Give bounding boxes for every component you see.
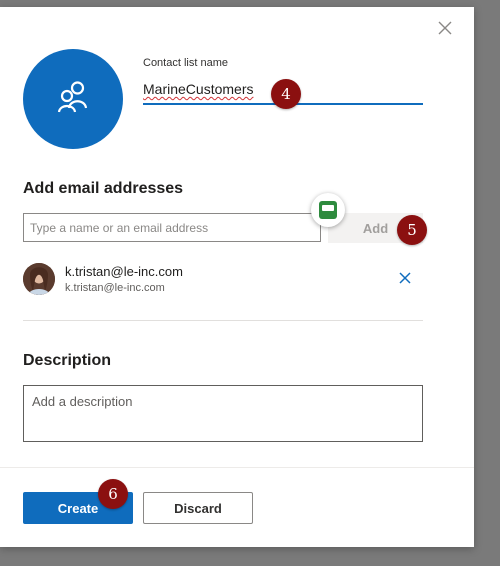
member-email: k.tristan@le-inc.com bbox=[65, 282, 165, 294]
people-icon bbox=[53, 77, 93, 122]
member-name: k.tristan@le-inc.com bbox=[65, 264, 183, 279]
remove-icon[interactable] bbox=[397, 270, 413, 286]
description-title: Description bbox=[23, 352, 112, 369]
step-badge-5: 5 bbox=[397, 215, 427, 245]
section-divider bbox=[23, 320, 423, 321]
description-input[interactable] bbox=[23, 385, 423, 442]
avatar bbox=[23, 263, 55, 295]
add-email-title: Add email addresses bbox=[23, 180, 184, 197]
member-list-item: k.tristan@le-inc.com k.tristan@le-inc.co… bbox=[23, 262, 423, 302]
step-badge-4: 4 bbox=[271, 79, 301, 109]
discard-button[interactable]: Discard bbox=[143, 492, 253, 524]
extension-icon[interactable] bbox=[311, 193, 345, 227]
contact-list-dialog: Contact list name MarineCustomers 4 Add … bbox=[0, 7, 474, 547]
close-icon[interactable] bbox=[434, 17, 456, 39]
step-badge-6: 6 bbox=[98, 479, 128, 509]
extension-glyph bbox=[319, 201, 337, 219]
footer-divider bbox=[0, 467, 474, 468]
contact-list-name-label: Contact list name bbox=[143, 57, 228, 69]
email-search-input[interactable] bbox=[23, 213, 321, 242]
contact-list-avatar bbox=[23, 49, 123, 149]
contact-list-name-value[interactable]: MarineCustomers bbox=[143, 81, 253, 97]
